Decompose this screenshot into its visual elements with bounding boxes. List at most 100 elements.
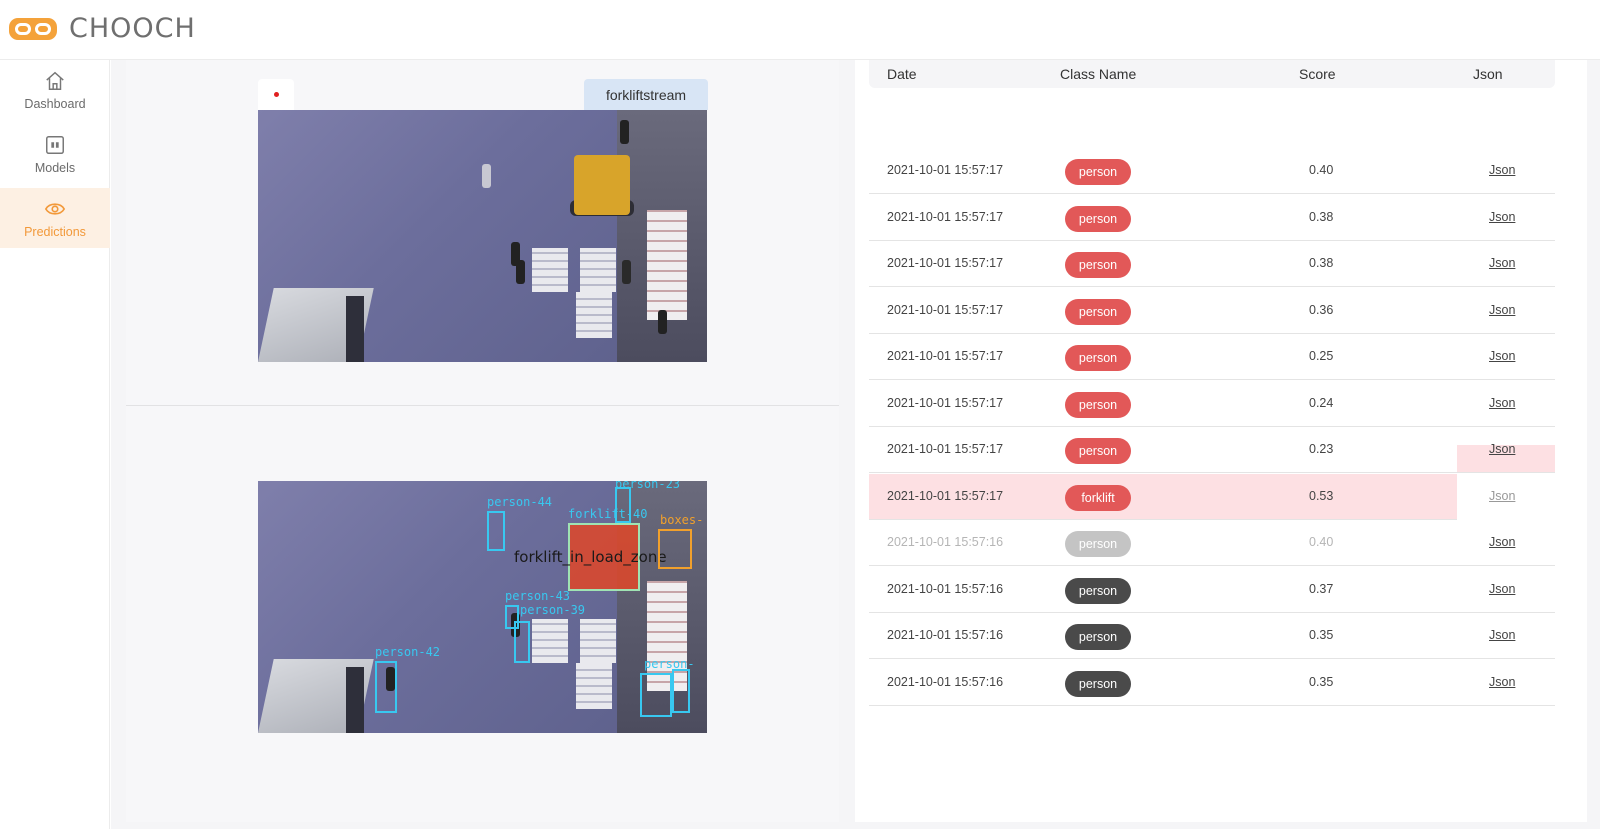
main-content: forkliftstream forklift_in_load_zone box (111, 60, 1600, 829)
json-link[interactable]: Json (1489, 489, 1515, 503)
json-link[interactable]: Json (1489, 163, 1515, 177)
table-row[interactable]: 2021-10-01 15:57:16 person 0.37 Json (869, 567, 1555, 613)
table-row[interactable]: 2021-10-01 15:57:16 person 0.35 Json (869, 613, 1555, 659)
row-score: 0.40 (1309, 163, 1334, 177)
row-date: 2021-10-01 15:57:16 (887, 674, 1004, 689)
person-bbox (514, 621, 530, 663)
sidebar: Dashboard Models Predictions (0, 60, 110, 829)
class-badge: person (1065, 252, 1131, 278)
models-icon (43, 133, 67, 157)
table-row[interactable]: 2021-10-01 15:57:17 person 0.38 Json (869, 195, 1555, 241)
row-score: 0.35 (1309, 674, 1334, 689)
table-row[interactable]: 2021-10-01 15:57:17 person 0.38 Json (869, 241, 1555, 287)
row-score: 0.40 (1309, 535, 1334, 549)
bbox-label: boxes- (660, 513, 704, 527)
sidebar-item-models[interactable]: Models (0, 124, 110, 184)
json-link[interactable]: Json (1489, 256, 1515, 270)
column-header-score[interactable]: Score (1299, 66, 1336, 82)
bbox-label: person-23 (615, 481, 681, 491)
live-indicator-tab[interactable] (258, 79, 294, 110)
logo-icon (9, 17, 57, 40)
raw-video-feed[interactable] (258, 110, 707, 362)
row-score: 0.24 (1309, 395, 1334, 410)
row-date: 2021-10-01 15:57:17 (887, 256, 1004, 270)
table-row[interactable]: 2021-10-01 15:57:17 person 0.36 Json (869, 288, 1555, 334)
live-dot-icon (273, 92, 279, 97)
annotated-video-feed[interactable]: forklift_in_load_zone boxes- person-44 f… (258, 481, 707, 733)
class-badge: person (1065, 624, 1131, 650)
json-link[interactable]: Json (1489, 442, 1515, 456)
row-score: 0.38 (1309, 209, 1334, 224)
person-bbox (375, 661, 397, 713)
column-header-date[interactable]: Date (887, 66, 917, 82)
person-bbox (615, 487, 631, 523)
row-score: 0.37 (1309, 581, 1334, 596)
person-bbox (487, 511, 505, 551)
brand-logo[interactable]: CHOOCH (9, 13, 196, 44)
forklift-object (574, 155, 630, 215)
class-badge: person (1065, 159, 1131, 185)
person-bbox (672, 669, 690, 713)
json-link[interactable]: Json (1489, 303, 1515, 317)
row-score: 0.23 (1309, 442, 1334, 456)
column-header-class[interactable]: Class Name (1060, 66, 1136, 82)
zone-label: forklift_in_load_zone (514, 548, 667, 566)
bbox-label: person-44 (487, 495, 553, 509)
class-badge: forklift (1065, 484, 1131, 511)
row-date: 2021-10-01 15:57:17 (887, 395, 1004, 410)
class-badge: person (1065, 670, 1131, 697)
row-score: 0.53 (1309, 488, 1334, 503)
class-badge: person (1065, 298, 1131, 325)
tab-stream[interactable]: forkliftstream (584, 79, 708, 110)
table-row[interactable]: 2021-10-01 15:57:17 person 0.24 Json (869, 381, 1555, 427)
class-badge: person (1065, 345, 1131, 371)
row-score: 0.35 (1309, 628, 1334, 642)
sidebar-item-label: Models (34, 161, 76, 175)
class-badge: person (1065, 438, 1131, 464)
json-link[interactable]: Json (1489, 396, 1515, 410)
json-link[interactable]: Json (1489, 535, 1515, 549)
row-date: 2021-10-01 15:57:16 (887, 581, 1004, 596)
class-badge: person (1065, 205, 1131, 232)
row-date: 2021-10-01 15:57:16 (887, 535, 1004, 549)
row-date: 2021-10-01 15:57:16 (887, 628, 1004, 642)
row-date: 2021-10-01 15:57:17 (887, 349, 1004, 363)
row-date: 2021-10-01 15:57:17 (887, 209, 1004, 224)
json-link[interactable]: Json (1489, 210, 1515, 224)
sidebar-item-label: Dashboard (24, 97, 86, 111)
json-link[interactable]: Json (1489, 582, 1515, 596)
table-header: Date Class Name Score Json (869, 60, 1555, 88)
bbox-label: person- (644, 657, 695, 671)
brand-name: CHOOCH (69, 13, 196, 44)
table-row[interactable]: 2021-10-01 15:57:17 person 0.25 Json (869, 334, 1555, 380)
sidebar-item-predictions[interactable]: Predictions (0, 188, 110, 248)
table-row[interactable]: 2021-10-01 15:57:17 person 0.40 Json (869, 148, 1555, 194)
panel-divider (126, 405, 839, 406)
row-score: 0.25 (1309, 349, 1334, 363)
row-date: 2021-10-01 15:57:17 (887, 442, 1004, 456)
json-link[interactable]: Json (1489, 675, 1515, 689)
table-row[interactable]: 2021-10-01 15:57:17 person 0.23 Json (869, 427, 1555, 473)
row-score: 0.38 (1309, 256, 1334, 270)
row-date: 2021-10-01 15:57:17 (887, 163, 1004, 177)
row-score: 0.36 (1309, 302, 1334, 317)
sidebar-item-dashboard[interactable]: Dashboard (0, 60, 110, 120)
sidebar-item-label: Predictions (24, 225, 86, 239)
table-row[interactable]: 2021-10-01 15:57:17 forklift 0.53 Json (869, 473, 1515, 520)
boxes-bbox (658, 529, 692, 569)
bbox-label: person-39 (520, 603, 586, 617)
person-bbox (640, 673, 672, 717)
eye-icon (43, 197, 67, 221)
class-badge: person (1065, 531, 1131, 557)
predictions-table: Date Class Name Score Json 2021-10-01 15… (855, 60, 1587, 822)
bbox-label: person-42 (375, 645, 441, 659)
json-link[interactable]: Json (1489, 628, 1515, 642)
table-row[interactable]: 2021-10-01 15:57:16 person 0.35 Json (869, 660, 1555, 706)
column-header-json[interactable]: Json (1473, 66, 1503, 82)
bbox-label: person-43 (505, 589, 571, 603)
table-row[interactable]: 2021-10-01 15:57:16 person 0.40 Json (869, 520, 1555, 566)
json-link[interactable]: Json (1489, 349, 1515, 363)
row-date: 2021-10-01 15:57:17 (887, 488, 1004, 503)
app-header: CHOOCH (0, 0, 1600, 60)
row-date: 2021-10-01 15:57:17 (887, 302, 1004, 317)
